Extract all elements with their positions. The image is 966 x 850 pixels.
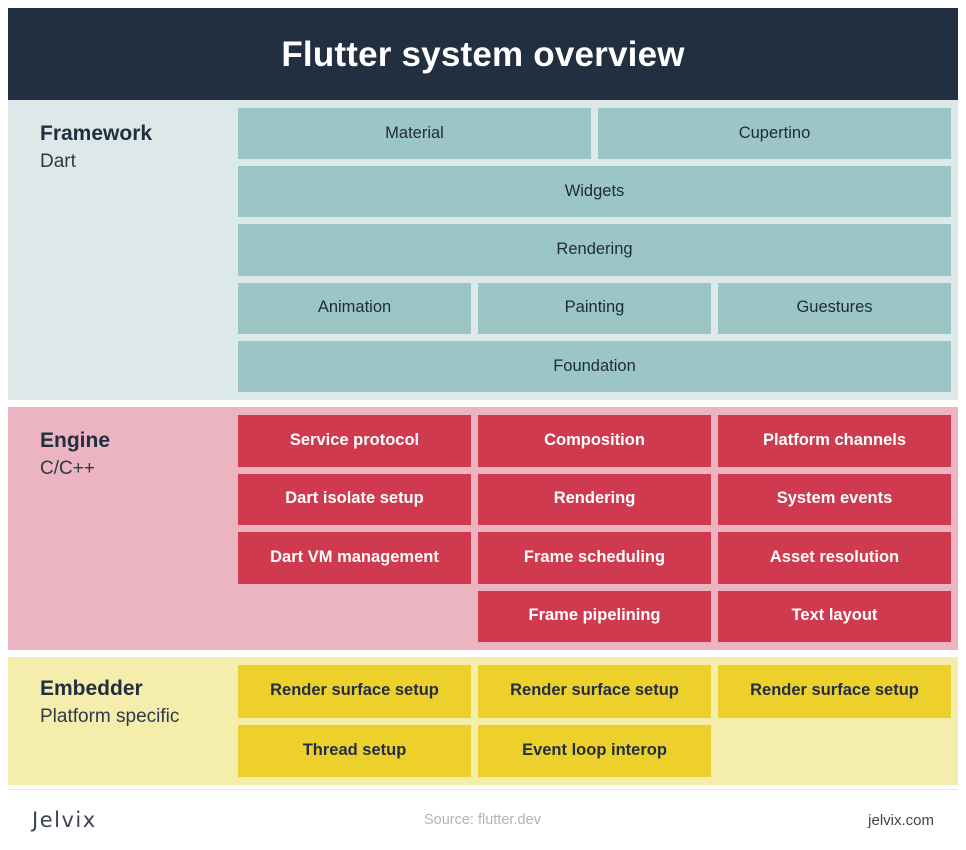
source-label: Source: flutter.dev: [423, 812, 541, 828]
engine-row-3: Dart VM management Frame scheduling Asse…: [238, 532, 951, 584]
section-framework-subtitle: Dart: [40, 151, 76, 173]
cell-event-loop-interop[interactable]: Event loop interop: [478, 724, 711, 777]
cell-platform-channels[interactable]: Platform channels: [718, 415, 951, 467]
cell-text-layout[interactable]: Text layout: [718, 590, 951, 642]
engine-row-2: Dart isolate setup Rendering System even…: [238, 473, 951, 525]
cell-cupertino[interactable]: Cupertino: [598, 108, 951, 160]
poster: Flutter system overview Framework Dart M…: [0, 0, 966, 850]
page-title: Flutter system overview: [281, 34, 685, 74]
cell-service-protocol[interactable]: Service protocol: [238, 415, 471, 467]
footer: Jelvix Source: flutter.dev jelvix.com: [8, 789, 958, 850]
header-bar: Flutter system overview: [8, 8, 958, 100]
section-engine-grid: Service protocol Composition Platform ch…: [238, 407, 958, 650]
engine-row-4: Frame pipelining Text layout: [238, 590, 951, 643]
cell-painting[interactable]: Painting: [478, 282, 711, 334]
cell-foundation[interactable]: Foundation: [238, 340, 951, 393]
cell-engine-empty: [238, 591, 471, 643]
section-embedder-subtitle: Platform specific: [40, 706, 180, 728]
cell-thread-setup[interactable]: Thread setup: [238, 724, 471, 777]
cell-render-surface-setup-2[interactable]: Render surface setup: [478, 665, 711, 718]
section-framework-label: Framework Dart: [8, 100, 238, 400]
section-embedder-grid: Render surface setup Render surface setu…: [238, 657, 958, 785]
cell-asset-resolution[interactable]: Asset resolution: [718, 532, 951, 584]
section-framework-grid: Material Cupertino Widgets Rendering Ani…: [238, 100, 958, 400]
cell-dart-isolate-setup[interactable]: Dart isolate setup: [238, 473, 471, 525]
framework-row-4: Animation Painting Guestures: [238, 282, 951, 334]
embedder-row-1: Render surface setup Render surface setu…: [238, 665, 951, 718]
cell-rendering-engine[interactable]: Rendering: [478, 473, 711, 525]
cell-embedder-empty: [718, 725, 951, 778]
framework-row-2: Widgets: [238, 166, 951, 218]
website-label[interactable]: jelvix.com: [868, 812, 934, 829]
framework-row-5: Foundation: [238, 340, 951, 393]
section-embedder-title: Embedder: [40, 677, 143, 700]
cell-animation[interactable]: Animation: [238, 282, 471, 334]
section-embedder: Embedder Platform specific Render surfac…: [8, 657, 958, 785]
cell-widgets[interactable]: Widgets: [238, 166, 951, 218]
cell-composition[interactable]: Composition: [478, 415, 711, 467]
framework-row-1: Material Cupertino: [238, 108, 951, 160]
cell-rendering-framework[interactable]: Rendering: [238, 224, 951, 276]
section-engine-title: Engine: [40, 429, 111, 452]
cell-material[interactable]: Material: [238, 108, 591, 160]
section-embedder-label: Embedder Platform specific: [8, 657, 238, 785]
engine-row-1: Service protocol Composition Platform ch…: [238, 415, 951, 467]
jelvix-logo: Jelvix: [32, 808, 97, 832]
cell-render-surface-setup-3[interactable]: Render surface setup: [718, 665, 951, 718]
section-engine: Engine C/C++ Service protocol Compositio…: [8, 407, 958, 650]
section-engine-label: Engine C/C++: [8, 407, 238, 650]
section-framework: Framework Dart Material Cupertino Widget…: [8, 100, 958, 400]
section-framework-title: Framework: [40, 122, 153, 145]
section-engine-subtitle: C/C++: [40, 458, 95, 480]
cell-system-events[interactable]: System events: [718, 473, 951, 525]
embedder-row-2: Thread setup Event loop interop: [238, 724, 951, 778]
framework-row-3: Rendering: [238, 224, 951, 276]
cell-frame-scheduling[interactable]: Frame scheduling: [478, 532, 711, 584]
cell-render-surface-setup-1[interactable]: Render surface setup: [238, 665, 471, 718]
cell-guestures[interactable]: Guestures: [718, 282, 951, 334]
cell-frame-pipelining[interactable]: Frame pipelining: [478, 590, 711, 642]
cell-dart-vm-management[interactable]: Dart VM management: [238, 532, 471, 584]
